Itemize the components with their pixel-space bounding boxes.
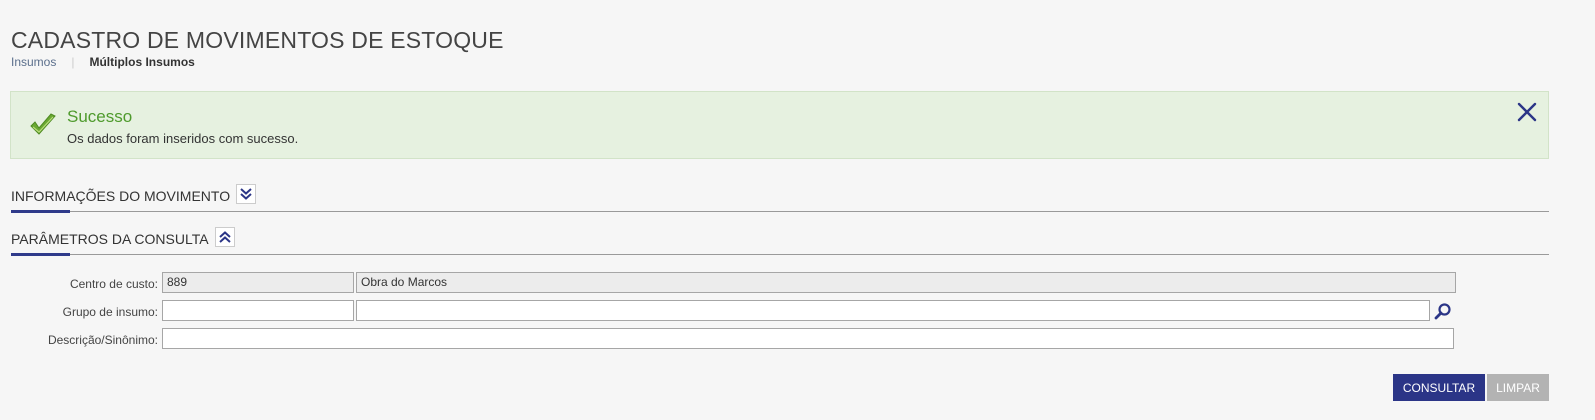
expand-movement-info-button[interactable] [236,184,256,204]
clear-button[interactable]: LIMPAR [1487,374,1549,401]
chevron-double-down-icon [240,188,252,200]
page-title: CADASTRO DE MOVIMENTOS DE ESTOQUE [11,27,504,54]
breadcrumb-item-insumos[interactable]: Insumos [11,55,56,69]
check-icon [30,113,56,135]
section-title-movement-info: INFORMAÇÕES DO MOVIMENTO [11,188,231,204]
section-title-query-params: PARÂMETROS DA CONSULTA [11,231,209,247]
cost-center-name-field: Obra do Marcos [356,272,1456,293]
section-query-params: PARÂMETROS DA CONSULTA [11,225,1549,256]
collapse-query-params-button[interactable] [215,227,235,247]
search-icon [1434,303,1451,320]
section-movement-info: INFORMAÇÕES DO MOVIMENTO [11,182,1549,213]
cost-center-code-field: 889 [162,272,354,293]
supply-group-code-input[interactable] [162,300,354,321]
alert-message: Os dados foram inseridos com sucesso. [67,131,299,146]
cost-center-label: Centro de custo: [69,277,158,291]
section-accent [11,210,70,213]
breadcrumb-item-current: Múltiplos Insumos [89,55,195,69]
breadcrumb-separator: | [71,55,75,69]
close-icon[interactable] [1516,101,1538,123]
description-input[interactable] [162,328,1454,349]
description-label: Descrição/Sinônimo: [47,333,158,347]
success-alert: Sucesso Os dados foram inseridos com suc… [10,91,1549,159]
alert-title: Sucesso [67,107,133,126]
section-divider [11,211,1549,212]
section-accent [11,253,70,256]
section-divider [11,254,1549,255]
supply-group-name-input[interactable] [356,300,1430,321]
consult-button[interactable]: CONSULTAR [1393,374,1485,401]
chevron-double-up-icon [219,231,231,243]
search-supply-group-button[interactable] [1432,300,1454,322]
supply-group-label: Grupo de insumo: [62,305,158,319]
breadcrumb: Insumos | Múltiplos Insumos [11,55,195,69]
